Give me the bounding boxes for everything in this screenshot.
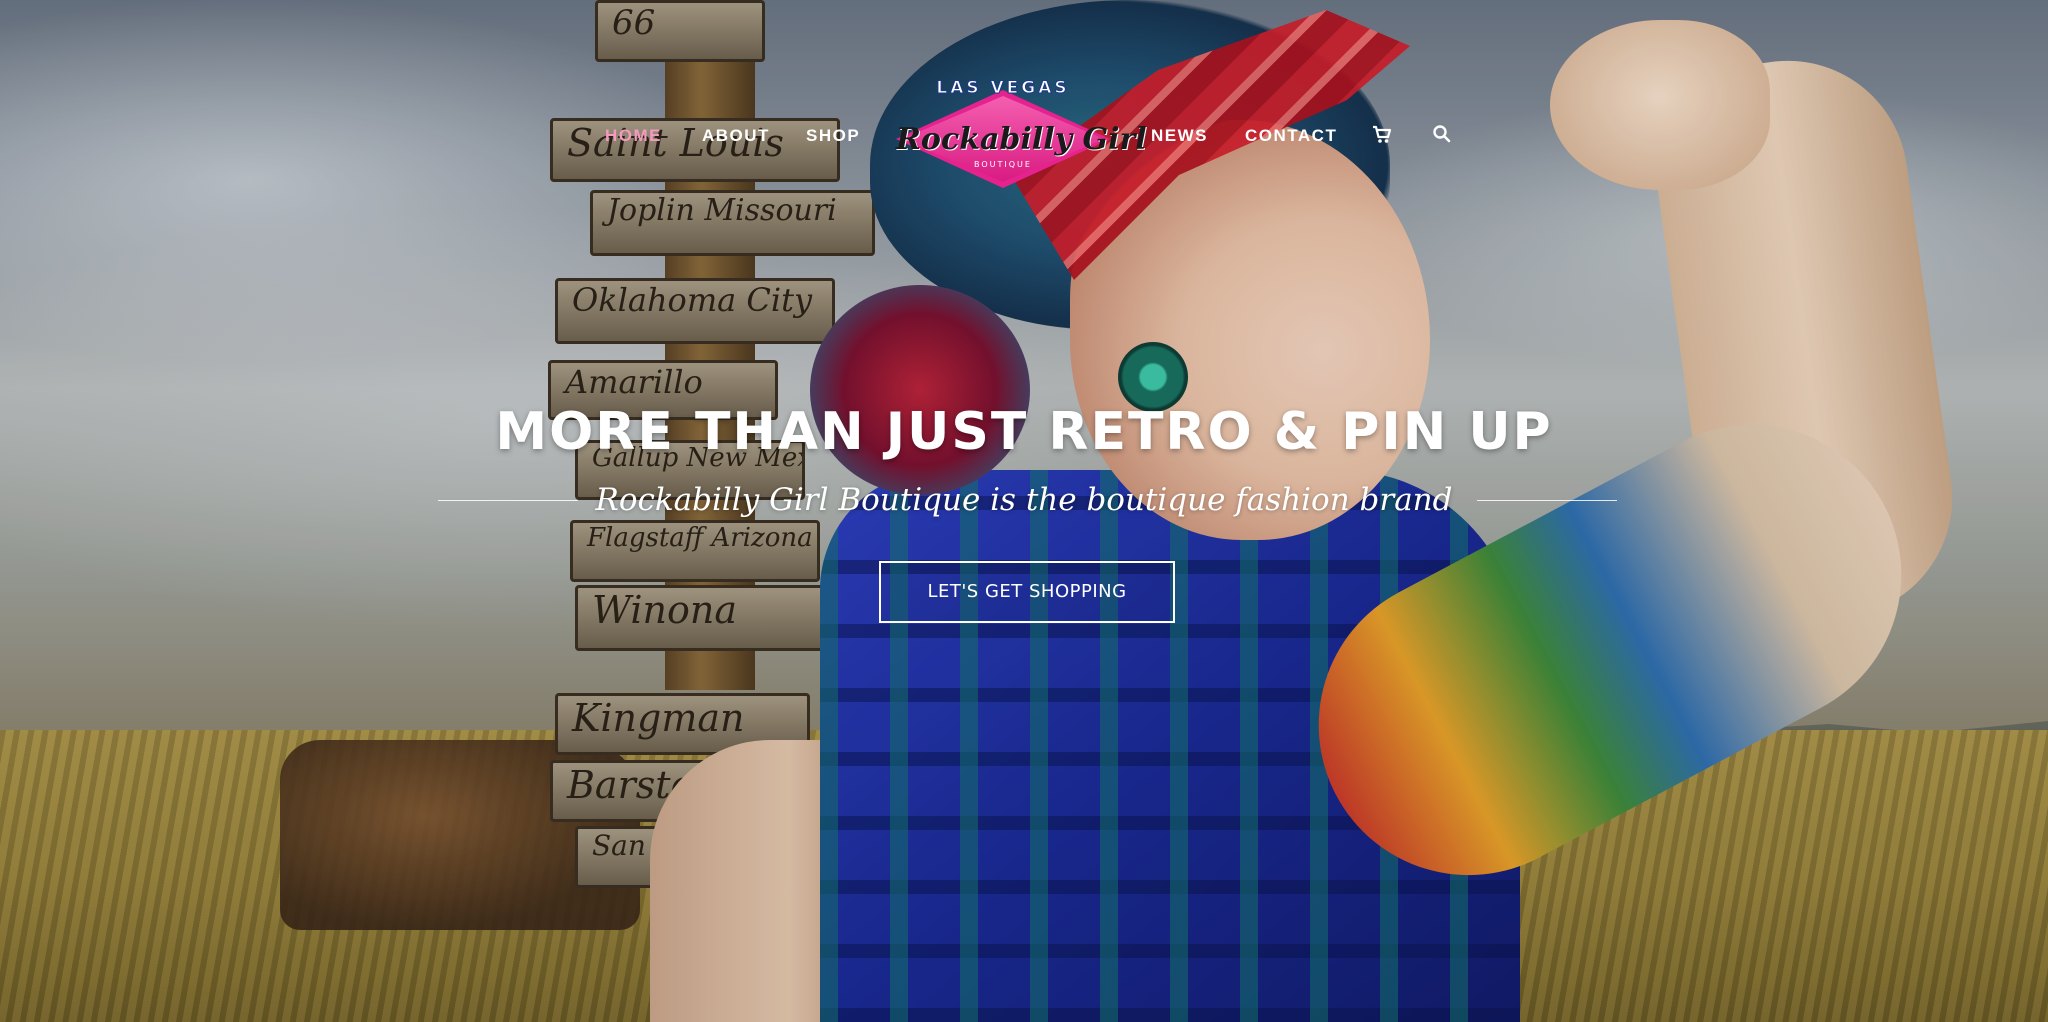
hero-tagline-row: Rockabilly Girl Boutique is the boutique… <box>0 482 2048 532</box>
main-nav: HOME ABOUT SHOP LAS VEGAS Rockabilly Gir… <box>0 0 2048 188</box>
nav-news[interactable]: NEWS <box>1151 126 1208 146</box>
site-logo[interactable]: LAS VEGAS Rockabilly Girl BOUTIQUE <box>896 78 1147 196</box>
hero-section: 66 Saint Louis Joplin Missouri Oklahoma … <box>0 0 2048 1022</box>
logo-sub-text: BOUTIQUE <box>974 160 1032 169</box>
tagline-divider-right <box>1477 500 1617 501</box>
hero-tagline: Rockabilly Girl Boutique is the boutique… <box>595 482 1453 518</box>
nav-contact[interactable]: CONTACT <box>1245 126 1337 146</box>
cart-icon[interactable] <box>1371 123 1393 145</box>
search-icon[interactable] <box>1431 123 1453 145</box>
nav-home[interactable]: HOME <box>605 126 662 146</box>
logo-main-text: Rockabilly Girl <box>896 122 1147 157</box>
nav-about[interactable]: ABOUT <box>702 126 770 146</box>
hero-headline: MORE THAN JUST RETRO & PIN UP <box>495 402 1553 462</box>
logo-top-text: LAS VEGAS <box>936 78 1070 99</box>
shop-cta-button[interactable]: LET'S GET SHOPPING <box>879 561 1175 623</box>
nav-shop[interactable]: SHOP <box>806 126 860 146</box>
